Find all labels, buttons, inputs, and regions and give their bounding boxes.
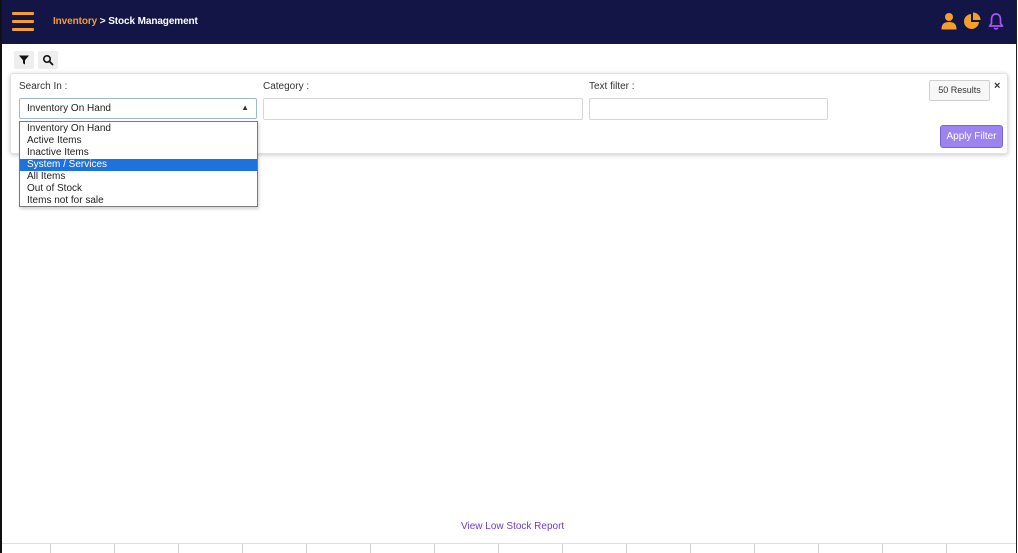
ruler-tick: [306, 544, 307, 553]
ruler-tick: [178, 544, 179, 553]
dropdown-option-highlighted[interactable]: System / Services: [20, 159, 257, 171]
close-filter-icon[interactable]: ×: [994, 80, 1000, 92]
ruler-tick: [434, 544, 435, 553]
pie-chart-icon[interactable]: [963, 12, 981, 30]
hamburger-line: [12, 20, 34, 23]
breadcrumb-separator: >: [97, 16, 109, 27]
dropdown-option[interactable]: Items not for sale: [20, 195, 257, 207]
ruler-tick: [370, 544, 371, 553]
hamburger-line: [12, 12, 34, 15]
breadcrumb: Inventory > Stock Management: [53, 16, 198, 27]
ruler-tick: [114, 544, 115, 553]
bell-icon[interactable]: [987, 12, 1005, 30]
bottom-edge-ruler: [2, 543, 1016, 553]
hamburger-line: [12, 28, 34, 31]
breadcrumb-current-page: Stock Management: [108, 16, 198, 27]
ruler-tick: [626, 544, 627, 553]
category-input[interactable]: [263, 98, 583, 120]
ruler-tick: [498, 544, 499, 553]
filter-toggle-button[interactable]: [14, 51, 34, 69]
ruler-tick: [754, 544, 755, 553]
ruler-tick: [50, 544, 51, 553]
apply-filter-button[interactable]: Apply Filter: [940, 125, 1003, 148]
window-left-edge: [0, 0, 2, 553]
search-toggle-button[interactable]: [38, 51, 58, 69]
search-in-dropdown-list: Inventory On Hand Active Items Inactive …: [19, 121, 258, 207]
text-filter-input[interactable]: [589, 98, 828, 120]
view-low-stock-report-link[interactable]: View Low Stock Report: [461, 521, 564, 532]
user-icon[interactable]: [940, 12, 958, 30]
window-right-edge: [1016, 0, 1017, 553]
dropdown-option[interactable]: Out of Stock: [20, 183, 257, 195]
ruler-tick: [946, 544, 947, 553]
results-count-button[interactable]: 50 Results: [929, 80, 990, 101]
ruler-tick: [562, 544, 563, 553]
ruler-tick: [242, 544, 243, 553]
dropdown-option[interactable]: Inactive Items: [20, 147, 257, 159]
filter-icon: [19, 55, 29, 65]
search-in-select[interactable]: Inventory On Hand ▲︎: [19, 98, 257, 119]
top-navigation-bar: Inventory > Stock Management: [2, 0, 1016, 44]
breadcrumb-inventory-link[interactable]: Inventory: [53, 16, 97, 27]
ruler-tick: [818, 544, 819, 553]
dropdown-option[interactable]: All Items: [20, 171, 257, 183]
category-label: Category :: [263, 81, 310, 92]
text-filter-label: Text filter :: [589, 81, 635, 92]
ruler-tick: [690, 544, 691, 553]
hamburger-menu-icon[interactable]: [12, 12, 36, 31]
dropdown-option[interactable]: Active Items: [20, 135, 257, 147]
search-icon: [42, 54, 54, 66]
search-in-selected-value: Inventory On Hand: [27, 103, 111, 114]
dropdown-option[interactable]: Inventory On Hand: [20, 123, 257, 135]
select-updown-arrow-icon: ▲︎: [241, 103, 249, 112]
search-in-label: Search In :: [19, 81, 68, 92]
ruler-tick: [882, 544, 883, 553]
